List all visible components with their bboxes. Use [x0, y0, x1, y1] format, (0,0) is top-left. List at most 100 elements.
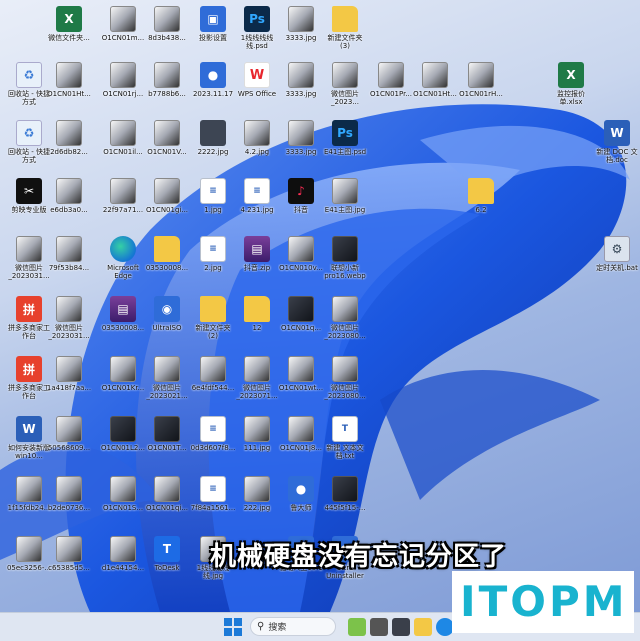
desktop-icon-label: 6.2	[475, 206, 487, 214]
desktop-icon[interactable]: ▤ 03530008...	[100, 296, 146, 342]
desktop-icon[interactable]: O1CN01Ht...	[46, 62, 92, 108]
desktop-icon[interactable]: O1CN01rj...	[100, 62, 146, 108]
desktop-icon[interactable]: O1CN01j8...	[278, 416, 324, 462]
desktop-icon[interactable]: 1a418f7aa...	[46, 356, 92, 402]
desktop-icon[interactable]: T 新建 文本文档.txt	[322, 416, 368, 462]
tiktok-icon: ♪	[288, 178, 314, 204]
taskbar-app-icon[interactable]	[392, 618, 410, 636]
desktop-icon[interactable]: 6.2	[458, 178, 504, 224]
taskbar-app-icon[interactable]	[348, 618, 366, 636]
desktop-icon[interactable]: O1CN01qi...	[144, 476, 190, 522]
desktop-icon[interactable]: 微信图片_2023...	[322, 62, 368, 108]
desktop-icon[interactable]: 微信图片_2023080...	[322, 356, 368, 402]
desktop-icon[interactable]: ▣ 投影设置	[190, 6, 236, 52]
desktop-icon-label: 新建文件夹 (2)	[195, 324, 231, 340]
desktop-icon[interactable]: ≡ 4.231.jpg	[234, 178, 280, 224]
desktop-icon[interactable]: 445f5f15-...	[322, 476, 368, 522]
taskbar-search-box[interactable]: ⚲ 搜索	[250, 617, 336, 636]
desktop-icon[interactable]: 新建文件夹 (3)	[322, 6, 368, 52]
desktop-icon[interactable]: 79f53b84...	[46, 236, 92, 282]
desktop-icon[interactable]: Microsoft Edge	[100, 236, 146, 282]
desktop-icon[interactable]: b2de0736...	[46, 476, 92, 522]
desktop-icon[interactable]: 3333.jpg	[278, 62, 324, 108]
image-file-icon	[56, 178, 82, 204]
desktop-icon[interactable]: O1CN01il...	[100, 120, 146, 166]
desktop-icon-label: 抖音.zip	[243, 264, 271, 272]
desktop-icon[interactable]: ▤ 抖音.zip	[234, 236, 280, 282]
desktop-icon[interactable]: O1CN01wt...	[278, 356, 324, 402]
desktop-icon-label: 定时关机.bat	[596, 264, 638, 272]
desktop-icon[interactable]: 222.jpg	[234, 476, 280, 522]
desktop-icon-label: UltraISO	[152, 324, 182, 332]
desktop-icon[interactable]: 微信图片_2023080...	[322, 296, 368, 342]
desktop-icon[interactable]: O1CN01m...	[100, 6, 146, 52]
desktop-icon[interactable]: ≡ 2.jpg	[190, 236, 236, 282]
image-file-icon	[332, 356, 358, 382]
desktop-icon[interactable]: 03530008...	[144, 236, 190, 282]
desktop-icon[interactable]: 2d6db82...	[46, 120, 92, 166]
desktop-icon[interactable]: 微信图片_2023021...	[144, 356, 190, 402]
desktop-icon-label: 2222.jpg	[197, 148, 229, 156]
desktop-icon[interactable]: ≡ 1.jpg	[190, 178, 236, 224]
desktop-icon[interactable]: O1CN01Pr...	[368, 62, 414, 108]
desktop-icon[interactable]: 12	[234, 296, 280, 342]
desktop-icon[interactable]: b7788b6...	[144, 62, 190, 108]
start-button[interactable]	[224, 618, 242, 636]
desktop-icon[interactable]: E41主图.jpg	[322, 178, 368, 224]
desktop-icon[interactable]: 4.2.jpg	[234, 120, 280, 166]
desktop-icon[interactable]: 3333.jpg	[278, 120, 324, 166]
desktop-icon[interactable]: ≡ 7f84a1561...	[190, 476, 236, 522]
desktop-icon[interactable]: ◉ UltraISO	[144, 296, 190, 342]
search-label: 搜索	[268, 623, 287, 633]
image-file-icon	[16, 536, 42, 562]
desktop-icon[interactable]: O1CN01gi...	[144, 178, 190, 224]
desktop-icon[interactable]: 新建文件夹 (2)	[190, 296, 236, 342]
image-file-icon	[288, 62, 314, 88]
desktop-icon-label: 微信图片_2023021...	[146, 384, 188, 400]
desktop-icon[interactable]: O1CN01L2...	[100, 416, 146, 462]
desktop-icon[interactable]: 微信图片_2023071...	[234, 356, 280, 402]
app-icon: ●	[288, 476, 314, 502]
image-file-icon	[56, 296, 82, 322]
desktop-icon[interactable]: Ps E41主图.psd	[322, 120, 368, 166]
desktop-icon[interactable]: 微信图片_2023031...	[46, 296, 92, 342]
desktop-icon[interactable]: ♪ 抖音	[278, 178, 324, 224]
desktop-icon[interactable]: 联想小新pro16.webp	[322, 236, 368, 282]
desktop-icon[interactable]: 2222.jpg	[190, 120, 236, 166]
desktop-icon[interactable]: O1CN01rH...	[458, 62, 504, 108]
itopm-logo: ITOPM	[452, 571, 634, 633]
desktop-icon[interactable]: c65385d5...	[46, 536, 92, 582]
desktop-icon[interactable]: ● 2023.11.17	[190, 62, 236, 108]
desktop-icon[interactable]: X 微信文件夹...	[46, 6, 92, 52]
desktop-icon[interactable]: O1CN01Kr...	[100, 356, 146, 402]
desktop-icon[interactable]: W WPS Office	[234, 62, 280, 108]
desktop-icon[interactable]: O1CN010v...	[278, 236, 324, 282]
desktop-icon[interactable]: O1CN01T...	[144, 416, 190, 462]
desktop-icon[interactable]: d1e44154...	[100, 536, 146, 582]
desktop-icon[interactable]: 8d3b438...	[144, 6, 190, 52]
desktop-icon[interactable]: W 新建 DOC 文档.doc	[594, 120, 640, 166]
desktop-icon[interactable]: O1CN01S...	[100, 476, 146, 522]
desktop-icon[interactable]: e6db3a0...	[46, 178, 92, 224]
desktop-icon[interactable]: 3333.jpg	[278, 6, 324, 52]
desktop-icon[interactable]: ⚙ 定时关机.bat	[594, 236, 640, 282]
desktop-icon-label: 79f53b84...	[48, 264, 90, 272]
desktop-icon-label: c65385d5...	[48, 564, 90, 572]
desktop-icon[interactable]: 111.jpg	[234, 416, 280, 462]
desktop-icon[interactable]: ≡ 0d3d607f8...	[190, 416, 236, 462]
file-explorer-icon[interactable]	[414, 618, 432, 636]
desktop-icon-label: 微信文件夹...	[48, 34, 90, 42]
desktop-icon[interactable]: O1CN01q...	[278, 296, 324, 342]
desktop-icon[interactable]: O1CN01V...	[144, 120, 190, 166]
desktop-icon[interactable]: 6e4fdf544...	[190, 356, 236, 402]
desktop-icon[interactable]: T ToDesk	[144, 536, 190, 582]
desktop-icon[interactable]: ● 鲁大师	[278, 476, 324, 522]
wps-icon: W	[244, 62, 270, 88]
desktop-icon[interactable]: 22f97a71...	[100, 178, 146, 224]
taskbar-app-icon[interactable]	[370, 618, 388, 636]
desktop-icon[interactable]: 50568609...	[46, 416, 92, 462]
desktop-icon[interactable]: O1CN01Ht...	[412, 62, 458, 108]
desktop-icon[interactable]: Ps 1线线线线线.psd	[234, 6, 280, 52]
photoshop-icon: Ps	[332, 120, 358, 146]
desktop-icon[interactable]: X 监控报价单.xlsx	[548, 62, 594, 108]
